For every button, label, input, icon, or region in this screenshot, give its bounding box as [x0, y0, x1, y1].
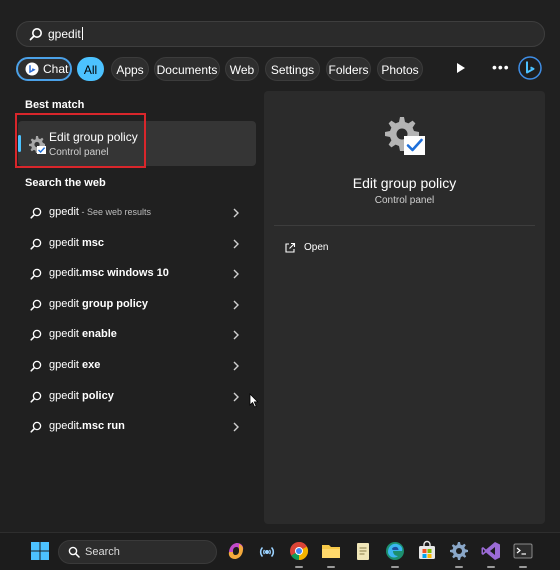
search-icon [30, 238, 42, 253]
filter-apps[interactable]: Apps [111, 57, 149, 81]
edge-icon[interactable] [384, 540, 406, 562]
chevron-right-icon [232, 238, 240, 252]
open-external-icon [284, 242, 296, 257]
bing-chat-icon[interactable] [518, 56, 542, 83]
web-result-prefix: gpedit [49, 206, 79, 218]
search-box[interactable]: gpedit [16, 21, 545, 47]
web-result-bold: .msc run [78, 420, 125, 433]
file-explorer-icon[interactable] [320, 540, 342, 562]
web-result-text: gpedit - See web results [49, 206, 151, 218]
start-icon[interactable] [29, 540, 51, 562]
taskbar-search-label: Search [85, 546, 120, 558]
search-icon [30, 421, 42, 436]
web-result-item[interactable]: gpedit exe [18, 352, 256, 380]
web-result-prefix: gpedit [49, 297, 83, 310]
play-icon[interactable] [456, 62, 466, 77]
store-icon[interactable] [416, 540, 438, 562]
web-result-bold: msc [82, 236, 105, 249]
search-icon [30, 268, 42, 283]
search-icon [30, 207, 42, 222]
web-result-text: gpedit.msc windows 10 [49, 267, 169, 279]
search-icon [30, 360, 42, 375]
web-result-bold: enable [82, 328, 117, 341]
filter-documents[interactable]: Documents [154, 57, 220, 81]
chevron-right-icon [232, 421, 240, 435]
detail-pane: Edit group policy Control panel Open [264, 91, 545, 524]
divider [274, 225, 535, 226]
search-icon [29, 27, 43, 44]
chevron-right-icon [232, 329, 240, 343]
chrome-icon[interactable] [288, 540, 310, 562]
web-result-item[interactable]: gpedit - See web results [18, 199, 256, 227]
open-label: Open [304, 242, 329, 253]
widgets-icon[interactable] [256, 540, 278, 562]
running-indicator [519, 566, 527, 568]
chat-button[interactable]: Chat [16, 57, 72, 81]
running-indicator [327, 566, 335, 568]
copilot-icon[interactable] [225, 540, 247, 562]
web-result-prefix: gpedit [49, 420, 79, 433]
web-result-bold: .msc windows 10 [78, 267, 169, 280]
notepad-icon[interactable] [352, 540, 374, 562]
filter-all[interactable]: All [77, 57, 104, 81]
best-match-heading: Best match [25, 99, 85, 111]
web-result-bold: policy [82, 389, 114, 402]
web-result-item[interactable]: gpedit.msc run [18, 413, 256, 441]
web-result-bold: group policy [82, 297, 149, 310]
chevron-right-icon [232, 299, 240, 313]
web-result-item[interactable]: gpedit policy [18, 383, 256, 411]
web-result-text: gpedit policy [49, 390, 114, 402]
text-caret [81, 27, 83, 40]
chevron-right-icon [232, 391, 240, 405]
more-options-button[interactable]: ••• [492, 59, 510, 75]
web-result-item[interactable]: gpedit msc [18, 230, 256, 258]
web-result-text: gpedit exe [49, 359, 100, 371]
web-result-item[interactable]: gpedit group policy [18, 291, 256, 319]
search-input[interactable]: gpedit [48, 27, 83, 41]
search-icon [30, 329, 42, 344]
web-result-bold: exe [82, 359, 101, 371]
web-result-prefix: gpedit [49, 267, 79, 280]
search-icon [68, 546, 80, 561]
filter-settings[interactable]: Settings [265, 57, 320, 81]
web-result-text: gpedit enable [49, 328, 117, 340]
web-result-prefix: gpedit [49, 389, 83, 402]
running-indicator [295, 566, 303, 568]
taskbar-search-box[interactable]: Search [58, 540, 217, 564]
detail-subtitle: Control panel [374, 195, 435, 206]
settings-icon[interactable] [448, 540, 470, 562]
filter-photos[interactable]: Photos [377, 57, 423, 81]
web-result-item[interactable]: gpedit enable [18, 321, 256, 349]
mouse-pointer-icon [249, 393, 259, 411]
start-search-panel: gpedit Chat All Apps Documents Web Setti… [0, 0, 560, 532]
bing-icon [25, 62, 39, 82]
search-web-heading: Search the web [25, 177, 106, 189]
chevron-right-icon [232, 268, 240, 282]
chevron-right-icon [232, 360, 240, 374]
visual-studio-icon[interactable] [480, 540, 502, 562]
search-icon [30, 299, 42, 314]
web-result-prefix: gpedit [49, 328, 83, 341]
taskbar: Search [0, 532, 560, 570]
filter-web[interactable]: Web [225, 57, 259, 81]
web-result-text: gpedit msc [49, 237, 104, 249]
terminal-icon[interactable] [512, 540, 534, 562]
running-indicator [455, 566, 463, 568]
filter-bar: Chat All Apps Documents Web Settings Fol… [16, 56, 545, 83]
web-result-text: gpedit group policy [49, 298, 148, 310]
detail-title: Edit group policy [352, 175, 457, 191]
running-indicator [487, 566, 495, 568]
web-result-suffix: - See web results [78, 207, 152, 217]
filter-folders[interactable]: Folders [326, 57, 371, 81]
running-indicator [391, 566, 399, 568]
highlight-annotation [15, 113, 146, 168]
search-icon [30, 391, 42, 406]
group-policy-large-icon [382, 115, 428, 162]
web-result-prefix: gpedit [49, 236, 83, 249]
web-result-prefix: gpedit [49, 359, 83, 371]
web-result-text: gpedit.msc run [49, 420, 125, 432]
web-result-item[interactable]: gpedit.msc windows 10 [18, 260, 256, 288]
chevron-right-icon [232, 207, 240, 221]
